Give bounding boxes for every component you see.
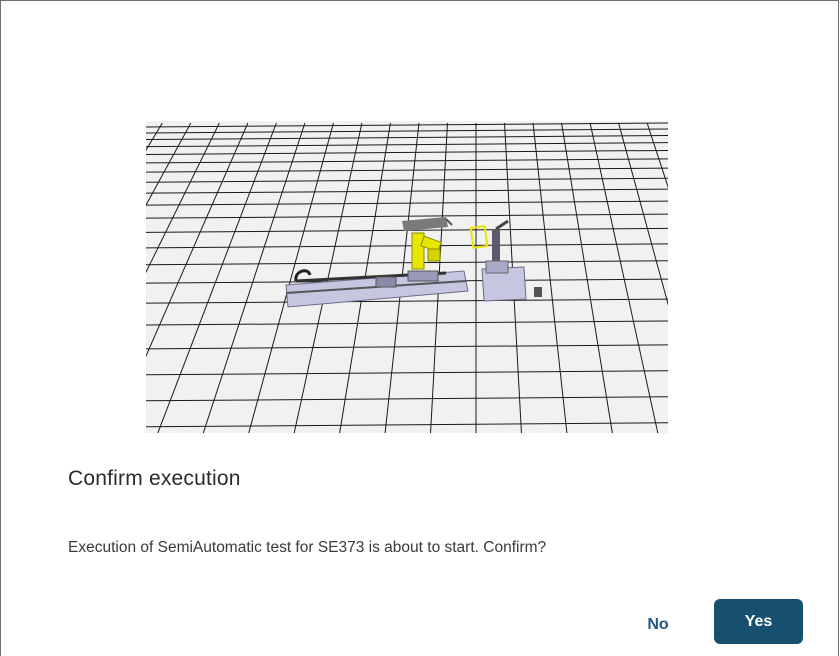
grid-line <box>146 396 668 402</box>
grid-line <box>618 122 668 306</box>
grid-line <box>146 298 668 304</box>
scene-preview-image <box>146 121 668 433</box>
grid-line <box>146 243 668 249</box>
3d-scene-icon <box>146 122 668 433</box>
grid-line <box>146 167 668 173</box>
grid-line <box>146 320 668 326</box>
grid-line <box>146 128 668 134</box>
grid-line <box>146 122 163 152</box>
grid-line <box>202 122 306 433</box>
grid-line <box>146 142 668 148</box>
grid-line <box>146 370 668 376</box>
grid-line <box>146 213 668 219</box>
grid-line <box>146 260 668 266</box>
grid-line <box>146 344 668 350</box>
yes-button[interactable]: Yes <box>714 599 803 644</box>
grid-line <box>146 188 668 194</box>
grid-line <box>157 122 277 433</box>
dialog-title: Confirm execution <box>68 467 241 490</box>
grid-line <box>146 200 668 206</box>
grid-line <box>146 158 668 164</box>
grid-line <box>146 122 192 207</box>
grid-line <box>146 122 220 274</box>
no-button[interactable]: No <box>629 607 687 643</box>
grid-line <box>146 422 668 428</box>
dialog-message: Execution of SemiAutomatic test for SE37… <box>68 539 547 556</box>
grid-line <box>646 122 668 189</box>
grid-line <box>146 149 668 155</box>
grid-line <box>146 135 668 141</box>
confirm-dialog: Confirm execution Execution of SemiAutom… <box>0 0 839 656</box>
grid-line <box>146 177 668 183</box>
grid-line <box>561 122 613 433</box>
grid-line <box>589 122 659 433</box>
